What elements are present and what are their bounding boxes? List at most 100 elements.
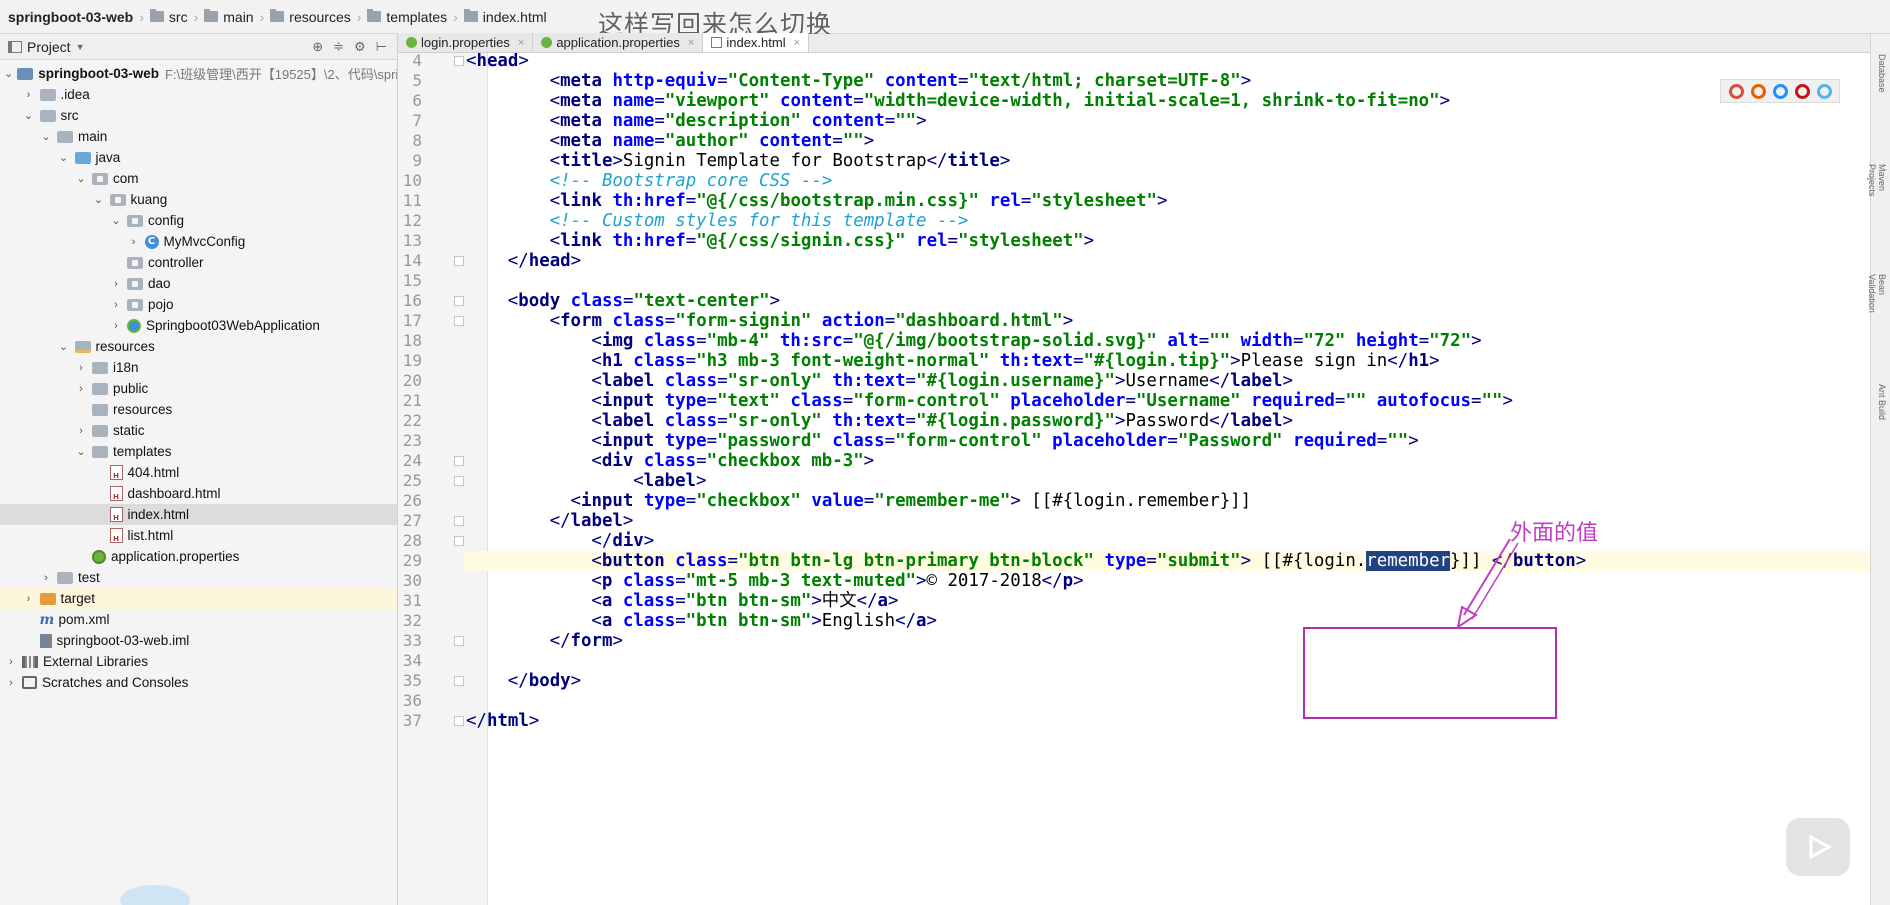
video-play-button[interactable]	[1786, 818, 1850, 876]
firefox-icon[interactable]	[1750, 83, 1766, 99]
tree-item[interactable]: ⌄ src	[0, 105, 397, 126]
chevron-right-icon[interactable]: ›	[109, 298, 123, 312]
tree-item[interactable]: ⌄ com	[0, 168, 397, 189]
tree-item[interactable]: application.properties	[0, 546, 397, 567]
fold-marker-icon[interactable]	[454, 56, 464, 66]
code-text: <form class="form-signin" action="dashbo…	[550, 311, 1074, 331]
tree-item[interactable]: › i18n	[0, 357, 397, 378]
tree-item[interactable]: Hlist.html	[0, 525, 397, 546]
chevron-down-icon[interactable]: ⌄	[4, 67, 13, 81]
chevron-right-icon[interactable]: ›	[109, 277, 123, 291]
attribute-token: class	[664, 411, 718, 431]
tree-item[interactable]: springboot-03-web.iml	[0, 630, 397, 651]
fold-marker-icon[interactable]	[454, 536, 464, 546]
editor-tab[interactable]: application.properties ×	[533, 33, 704, 52]
tool-window-bean-validation[interactable]: Bean Validation	[1867, 274, 1887, 334]
tree-item[interactable]: › C MyMvcConfig	[0, 231, 397, 252]
tree-item[interactable]: m pom.xml	[0, 609, 397, 630]
chevron-down-icon[interactable]: ⌄	[74, 445, 88, 459]
code-text: <p class="mt-5 mb-3 text-muted">© 2017-2…	[591, 571, 1083, 591]
tree-item[interactable]: ⌄ main	[0, 126, 397, 147]
safari-icon[interactable]	[1772, 83, 1788, 99]
fold-marker-icon[interactable]	[454, 476, 464, 486]
attribute-token: class	[643, 331, 697, 351]
tree-item[interactable]: H 404.html	[0, 462, 397, 483]
ie-icon[interactable]	[1816, 83, 1832, 99]
folder-icon	[92, 424, 108, 437]
tree-item[interactable]: ⌄ java	[0, 147, 397, 168]
tree-item[interactable]: controller	[0, 252, 397, 273]
tree-item[interactable]: › Springboot03WebApplication	[0, 315, 397, 336]
tool-window-ant-build[interactable]: Ant Build	[1875, 384, 1887, 444]
opera-icon[interactable]	[1794, 83, 1810, 99]
collapse-all-icon[interactable]: ≑	[333, 39, 344, 55]
chevron-down-icon[interactable]: ⌄	[74, 172, 88, 186]
chevron-down-icon[interactable]: ⌄	[92, 193, 106, 207]
fold-marker-icon[interactable]	[454, 456, 464, 466]
tree-item[interactable]: resources	[0, 399, 397, 420]
fold-marker-icon[interactable]	[454, 296, 464, 306]
chevron-down-icon[interactable]: ⌄	[57, 340, 71, 354]
chevron-down-icon[interactable]: ⌄	[39, 130, 53, 144]
breadcrumb-item[interactable]: index.html	[460, 9, 551, 25]
value-token: "sr-only"	[727, 371, 833, 391]
tag-token: >	[1083, 231, 1095, 251]
tree-item[interactable]: Hindex.html	[0, 504, 397, 525]
tree-item[interactable]: › External Libraries	[0, 651, 397, 672]
close-icon[interactable]: ×	[794, 37, 800, 49]
chevron-right-icon[interactable]: ›	[127, 235, 141, 249]
chevron-right-icon[interactable]: ›	[74, 382, 88, 396]
chevron-right-icon[interactable]: ›	[22, 592, 36, 606]
editor-tab[interactable]: index.html ×	[703, 33, 810, 52]
chevron-down-icon[interactable]: ⌄	[22, 109, 36, 123]
breadcrumb-item[interactable]: main	[200, 9, 257, 25]
gear-icon[interactable]: ⚙	[354, 39, 366, 55]
tree-item[interactable]: › dao	[0, 273, 397, 294]
tree-item[interactable]: › static	[0, 420, 397, 441]
chevron-right-icon[interactable]: ›	[22, 88, 36, 102]
fold-marker-icon[interactable]	[454, 716, 464, 726]
breadcrumb-item[interactable]: templates	[363, 9, 451, 25]
close-icon[interactable]: ×	[688, 37, 694, 49]
tree-item[interactable]: ⌄ kuang	[0, 189, 397, 210]
tree-item[interactable]: › Scratches and Consoles	[0, 672, 397, 693]
fold-marker-icon[interactable]	[454, 316, 464, 326]
tree-item[interactable]: Hdashboard.html	[0, 483, 397, 504]
chevron-right-icon[interactable]: ›	[74, 424, 88, 438]
tree-item[interactable]: › pojo	[0, 294, 397, 315]
fold-marker-icon[interactable]	[454, 516, 464, 526]
chevron-right-icon[interactable]: ›	[109, 319, 123, 333]
chevron-down-icon[interactable]: ⌄	[109, 214, 123, 228]
tree-item[interactable]: ⌄ templates	[0, 441, 397, 462]
tool-window-database[interactable]: Database	[1875, 54, 1887, 114]
breadcrumb-item[interactable]: src	[146, 9, 192, 25]
fold-marker-icon[interactable]	[454, 636, 464, 646]
tree-item[interactable]: › test	[0, 567, 397, 588]
editor-tab[interactable]: login.properties ×	[398, 33, 534, 52]
breadcrumb-item[interactable]: resources	[266, 9, 354, 25]
tool-window-maven-projects[interactable]: Maven Projects	[1867, 164, 1887, 224]
chevron-right-icon[interactable]: ›	[4, 655, 18, 669]
fold-marker-icon[interactable]	[454, 256, 464, 266]
breadcrumb-item[interactable]: springboot-03-web	[0, 9, 137, 25]
code-editor[interactable]: 4 <head> 5 <meta http-equiv="Content-Type" …	[398, 53, 1870, 905]
line-number: 4	[412, 53, 422, 70]
tree-item[interactable]: ⌄ config	[0, 210, 397, 231]
chevron-right-icon[interactable]: ›	[39, 571, 53, 585]
tree-item[interactable]: › public	[0, 378, 397, 399]
chevron-down-icon[interactable]: ⌄	[57, 151, 71, 165]
locate-icon[interactable]: ⊕	[312, 39, 323, 55]
tag-token: =	[696, 451, 707, 471]
chevron-right-icon[interactable]: ›	[4, 676, 18, 690]
tree-item[interactable]: ⌄ springboot-03-web F:\班级管理\西开【19525】\2、代码…	[0, 63, 397, 84]
chrome-icon[interactable]	[1728, 83, 1744, 99]
close-icon[interactable]: ×	[518, 37, 524, 49]
tree-item[interactable]: › target	[0, 588, 397, 609]
tree-item[interactable]: › .idea	[0, 84, 397, 105]
fold-marker-icon[interactable]	[454, 676, 464, 686]
project-view-selector[interactable]: Project ▼	[0, 39, 85, 55]
hide-panel-icon[interactable]: ⊢	[376, 39, 387, 55]
tree-item[interactable]: ⌄ resources	[0, 336, 397, 357]
tag-token: >	[518, 53, 529, 71]
chevron-right-icon[interactable]: ›	[74, 361, 88, 375]
